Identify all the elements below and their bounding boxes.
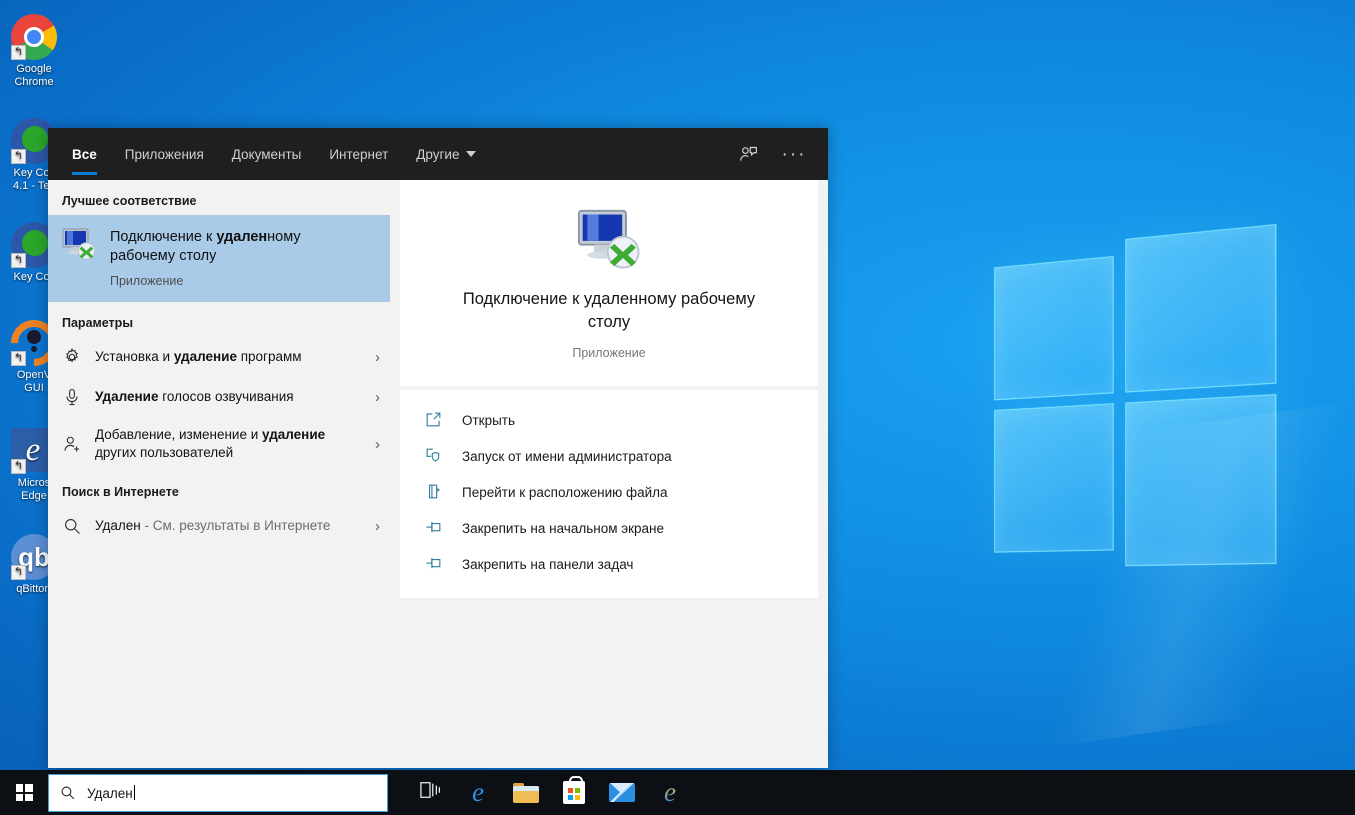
chrome-icon: ↰ — [11, 14, 57, 60]
microsoft-store-icon — [563, 781, 585, 804]
search-input-value: Удален — [87, 785, 135, 801]
app-preview-card: Подключение к удаленному рабочему столу … — [400, 180, 818, 386]
setting-item-manage-users[interactable]: Добавление, изменение и удаление других … — [48, 417, 390, 471]
web-search-result[interactable]: Удален - См. результаты в Интернете › — [48, 506, 390, 546]
more-options-icon: ··· — [782, 145, 807, 164]
setting-item-label: Добавление, изменение и удаление других … — [95, 426, 351, 462]
pin-taskbar-icon — [424, 554, 444, 574]
app-actions-card: Открыть Запуск от имени администратора — [400, 390, 818, 598]
chevron-right-icon: › — [364, 350, 380, 365]
setting-item-label: Удаление голосов озвучивания — [95, 388, 351, 406]
web-search-label: Удален - См. результаты в Интернете — [95, 517, 351, 535]
file-explorer-icon — [513, 783, 539, 803]
title-highlight: удален — [216, 229, 267, 245]
chevron-right-icon: › — [364, 519, 380, 534]
search-flyout: Все Приложения Документы Интернет Другие — [48, 128, 828, 768]
tab-label: Другие — [416, 147, 459, 162]
feedback-icon — [738, 144, 759, 165]
tab-documents[interactable]: Документы — [218, 128, 316, 180]
tab-all[interactable]: Все — [66, 128, 111, 180]
mail-button[interactable] — [598, 770, 646, 815]
remote-desktop-icon — [577, 208, 641, 270]
windows-logo-icon — [16, 784, 33, 801]
action-pin-to-taskbar[interactable]: Закрепить на панели задач — [400, 546, 818, 582]
tab-more[interactable]: Другие — [402, 128, 490, 180]
setting-item-label: Установка и удаление программ — [95, 348, 351, 366]
search-icon — [62, 516, 82, 536]
file-explorer-button[interactable] — [502, 770, 550, 815]
microphone-icon — [62, 387, 82, 407]
taskbar-buttons: e e — [406, 770, 694, 815]
action-label: Запуск от имени администратора — [462, 449, 672, 464]
desktop-icon-label: GoogleChrome — [2, 63, 66, 89]
taskbar: Удален e e — [0, 770, 1355, 815]
preview-title: Подключение к удаленному рабочему столу — [444, 288, 774, 334]
preview-subtitle: Приложение — [418, 346, 800, 360]
settings-heading: Параметры — [48, 302, 390, 337]
task-view-button[interactable] — [406, 770, 454, 815]
action-label: Перейти к расположению файла — [462, 485, 668, 500]
web-search-query: Удален — [95, 518, 141, 533]
preview-column: Подключение к удаленному рабочему столу … — [400, 180, 828, 768]
start-button[interactable] — [0, 770, 48, 815]
tab-web[interactable]: Интернет — [315, 128, 402, 180]
tab-label: Все — [72, 147, 97, 162]
microsoft-edge-button[interactable]: e — [454, 770, 502, 815]
action-open-file-location[interactable]: Перейти к расположению файла — [400, 474, 818, 510]
shield-icon — [424, 446, 444, 466]
action-label: Закрепить на начальном экране — [462, 521, 664, 536]
open-icon — [424, 410, 444, 430]
column-divider — [390, 180, 400, 768]
remote-desktop-icon — [62, 228, 96, 260]
setting-item-remove-voices[interactable]: Удаление голосов озвучивания › — [48, 377, 390, 417]
web-search-heading: Поиск в Интернете — [48, 471, 390, 506]
web-search-suffix: - См. результаты в Интернете — [141, 518, 331, 533]
microsoft-store-button[interactable] — [550, 770, 598, 815]
best-match-title: Подключение к удаленному рабочему столу — [110, 228, 360, 266]
action-open[interactable]: Открыть — [400, 402, 818, 438]
desktop-icon-google-chrome[interactable]: ↰ GoogleChrome — [2, 14, 66, 89]
tab-apps[interactable]: Приложения — [111, 128, 218, 180]
tab-label: Документы — [232, 147, 302, 162]
pin-start-icon — [424, 518, 444, 538]
chevron-right-icon: › — [364, 437, 380, 452]
search-tabs: Все Приложения Документы Интернет Другие — [66, 128, 490, 180]
wallpaper-glow — [882, 395, 1355, 764]
action-label: Закрепить на панели задач — [462, 557, 633, 572]
search-tab-bar: Все Приложения Документы Интернет Другие — [48, 128, 828, 180]
tab-label: Интернет — [329, 147, 388, 162]
action-pin-to-start[interactable]: Закрепить на начальном экране — [400, 510, 818, 546]
add-user-icon — [62, 434, 82, 454]
internet-explorer-icon: e — [664, 779, 676, 806]
folder-open-icon — [424, 482, 444, 502]
mail-icon — [609, 783, 635, 802]
feedback-button[interactable] — [728, 135, 768, 173]
action-label: Открыть — [462, 413, 515, 428]
title-prefix: Подключение к — [110, 229, 216, 245]
chevron-down-icon — [466, 151, 476, 157]
taskbar-search-input[interactable]: Удален — [48, 774, 388, 812]
tab-label: Приложения — [125, 147, 204, 162]
more-options-button[interactable]: ··· — [774, 135, 814, 173]
action-run-as-administrator[interactable]: Запуск от имени администратора — [400, 438, 818, 474]
internet-explorer-button[interactable]: e — [646, 770, 694, 815]
best-match-heading: Лучшее соответствие — [48, 180, 390, 215]
best-match-result[interactable]: Подключение к удаленному рабочему столу … — [48, 215, 390, 302]
search-icon — [59, 784, 77, 802]
task-view-icon — [419, 780, 441, 805]
setting-item-apps-and-features[interactable]: Установка и удаление программ › — [48, 337, 390, 377]
chevron-right-icon: › — [364, 390, 380, 405]
best-match-subtitle: Приложение — [110, 274, 360, 288]
text-cursor — [134, 785, 135, 800]
search-results-column: Лучшее соответствие Подключение к удален… — [48, 180, 390, 768]
microsoft-edge-icon: e — [472, 779, 484, 806]
gear-icon — [62, 347, 82, 367]
